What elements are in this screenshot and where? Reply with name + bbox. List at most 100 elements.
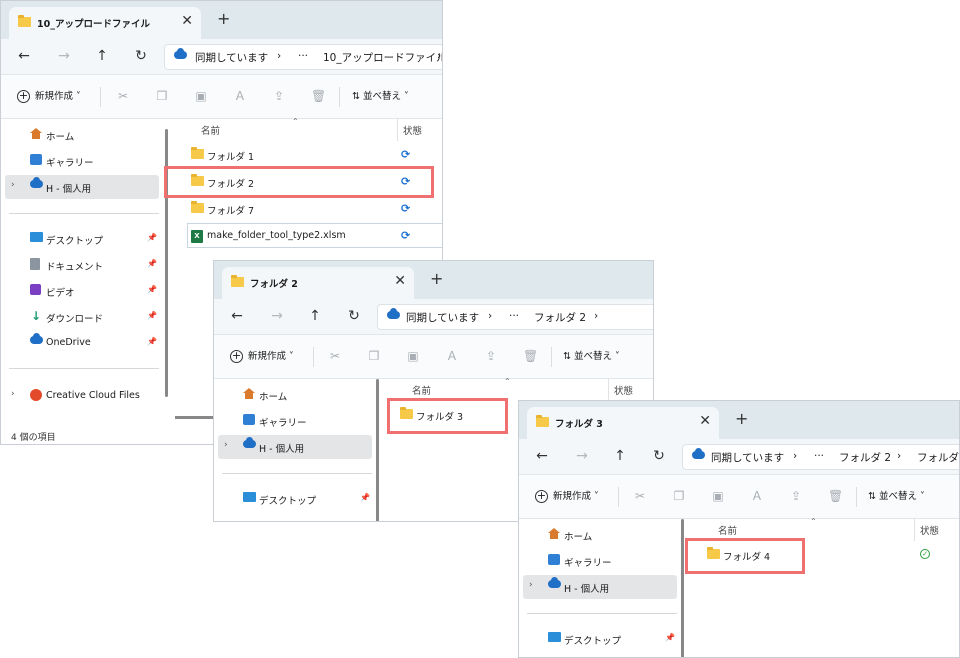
breadcrumb-ellipsis[interactable]: ··· — [814, 450, 824, 462]
share-icon[interactable]: ⇪ — [272, 89, 286, 103]
refresh-icon[interactable]: ↻ — [132, 47, 150, 65]
sidebar-item-documents[interactable]: ドキュメント 📌 — [5, 253, 159, 277]
forward-icon[interactable]: → — [268, 307, 286, 325]
sidebar-item-onedrive[interactable]: OneDrive 📌 — [5, 331, 159, 355]
up-icon[interactable]: ↑ — [93, 47, 111, 65]
rename-icon[interactable]: Ａ — [445, 349, 459, 363]
sidebar-item-downloads[interactable]: ↓ ダウンロード 📌 — [5, 305, 159, 329]
file-row[interactable]: フォルダ 2 ⟳ — [187, 170, 442, 194]
chevron-right-icon[interactable]: › — [529, 580, 533, 590]
close-tab-icon[interactable]: ✕ — [394, 273, 406, 289]
copy-icon[interactable]: ❐ — [367, 349, 381, 363]
file-row[interactable]: フォルダ 4 ✓ — [703, 543, 953, 567]
new-tab-icon[interactable]: + — [735, 411, 748, 427]
tab-folder-3[interactable]: フォルダ 3 ✕ — [527, 407, 719, 439]
paste-icon[interactable]: ▣ — [406, 349, 420, 363]
cut-icon[interactable]: ✂ — [116, 89, 130, 103]
sidebar-item-h-drive[interactable]: › H - 個人用 — [5, 175, 159, 199]
delete-icon[interactable]: 🗑 — [523, 349, 538, 363]
pin-icon: 📌 — [665, 633, 675, 642]
new-tab-icon[interactable]: + — [430, 271, 443, 287]
column-header-name[interactable]: 名前 — [201, 123, 220, 137]
tab-upload-files[interactable]: 10_アップロードファイル ✕ — [9, 7, 201, 39]
file-row[interactable]: フォルダ 7 ⟳ — [187, 197, 442, 221]
chevron-right-icon[interactable]: › — [11, 180, 15, 190]
sidebar-item-desktop[interactable]: デスクトップ 📌 — [523, 627, 677, 651]
sidebar-item-gallery[interactable]: ギャラリー — [5, 149, 159, 173]
sidebar-item-h-drive[interactable]: › H - 個人用 — [523, 575, 677, 599]
sync-cloud-icon — [692, 448, 705, 462]
cut-icon[interactable]: ✂ — [328, 349, 342, 363]
up-icon[interactable]: ↑ — [611, 447, 629, 465]
tab-folder-2[interactable]: フォルダ 2 ✕ — [222, 267, 414, 299]
share-icon[interactable]: ⇪ — [484, 349, 498, 363]
delete-icon[interactable]: 🗑 — [828, 489, 843, 503]
breadcrumb-ellipsis[interactable]: ··· — [298, 50, 308, 62]
forward-icon[interactable]: → — [573, 447, 591, 465]
scrollbar[interactable] — [681, 519, 684, 657]
address-bar[interactable]: 同期しています › ··· フォルダ 2 › — [377, 304, 653, 330]
breadcrumb-current[interactable]: フォルダ 3 — [917, 450, 959, 465]
delete-icon[interactable]: 🗑 — [311, 89, 326, 103]
column-header-name[interactable]: 名前 — [718, 523, 737, 537]
scrollbar[interactable] — [165, 129, 168, 397]
file-row[interactable]: フォルダ 1 ⟳ — [187, 143, 442, 167]
gallery-icon — [243, 414, 255, 428]
sidebar-item-gallery[interactable]: ギャラリー — [218, 409, 372, 433]
cut-icon[interactable]: ✂ — [633, 489, 647, 503]
column-header-status[interactable]: 状態 — [920, 523, 939, 537]
copy-icon[interactable]: ❐ — [155, 89, 169, 103]
breadcrumb-ellipsis[interactable]: ··· — [509, 310, 519, 322]
file-row[interactable]: フォルダ 3 — [396, 403, 496, 427]
sidebar-item-videos[interactable]: ビデオ 📌 — [5, 279, 159, 303]
sidebar-item-desktop[interactable]: デスクトップ 📌 — [5, 227, 159, 251]
address-bar[interactable]: 同期しています › ··· フォルダ 2 › フォルダ 3 — [682, 444, 959, 470]
back-icon[interactable]: ← — [533, 447, 551, 465]
rename-icon[interactable]: Ａ — [233, 89, 247, 103]
back-icon[interactable]: ← — [15, 47, 33, 65]
column-header-status[interactable]: 状態 — [614, 383, 633, 397]
divider — [9, 368, 159, 369]
more-options-icon[interactable]: ⋮ — [438, 88, 442, 99]
paste-icon[interactable]: ▣ — [194, 89, 208, 103]
sidebar-item-desktop[interactable]: デスクトップ 📌 — [218, 487, 372, 511]
rename-icon[interactable]: Ａ — [750, 489, 764, 503]
close-tab-icon[interactable]: ✕ — [181, 13, 193, 29]
breadcrumb-current[interactable]: フォルダ 2 — [534, 310, 586, 325]
sidebar-item-gallery[interactable]: ギャラリー — [523, 549, 677, 573]
copy-icon[interactable]: ❐ — [672, 489, 686, 503]
column-header-name[interactable]: 名前 — [412, 383, 431, 397]
share-icon[interactable]: ⇪ — [789, 489, 803, 503]
breadcrumb-item[interactable]: フォルダ 2 — [839, 450, 891, 465]
new-button[interactable]: + 新規作成 ˅ — [230, 348, 294, 363]
refresh-icon[interactable]: ↻ — [650, 447, 668, 465]
more-options-icon[interactable]: ⋮ — [650, 348, 653, 359]
sort-button[interactable]: ⇅ 並べ替え ˅ — [352, 88, 409, 102]
new-button[interactable]: + 新規作成 ˅ — [535, 488, 599, 503]
sidebar-item-creative-cloud[interactable]: › Creative Cloud Files — [5, 384, 159, 408]
paste-icon[interactable]: ▣ — [711, 489, 725, 503]
column-header-status[interactable]: 状態 — [403, 123, 422, 137]
refresh-icon[interactable]: ↻ — [345, 307, 363, 325]
sidebar-item-home[interactable]: ホーム — [5, 123, 159, 147]
chevron-right-icon[interactable]: › — [224, 440, 228, 450]
close-tab-icon[interactable]: ✕ — [699, 413, 711, 429]
sidebar-item-h-drive[interactable]: › H - 個人用 — [218, 435, 372, 459]
breadcrumb-current[interactable]: 10_アップロードファイル — [323, 50, 442, 65]
sort-button[interactable]: ⇅ 並べ替え ˅ — [563, 348, 620, 362]
up-icon[interactable]: ↑ — [306, 307, 324, 325]
sync-cloud-icon — [174, 48, 187, 62]
scrollbar[interactable] — [376, 379, 379, 521]
address-bar[interactable]: 同期しています › ··· 10_アップロードファイル › — [164, 44, 442, 70]
back-icon[interactable]: ← — [228, 307, 246, 325]
forward-icon[interactable]: → — [55, 47, 73, 65]
horizontal-scrollbar[interactable] — [175, 416, 215, 419]
navigation-pane: ホーム ギャラリー › H - 個人用 デスクトップ 📌 — [519, 519, 689, 657]
sidebar-item-home[interactable]: ホーム — [523, 523, 677, 547]
new-button[interactable]: + 新規作成 ˅ — [17, 88, 81, 103]
sidebar-item-home[interactable]: ホーム — [218, 383, 372, 407]
new-tab-icon[interactable]: + — [217, 11, 230, 27]
chevron-right-icon[interactable]: › — [11, 389, 15, 399]
pin-icon: 📌 — [147, 233, 157, 242]
sort-button[interactable]: ⇅ 並べ替え ˅ — [868, 488, 925, 502]
